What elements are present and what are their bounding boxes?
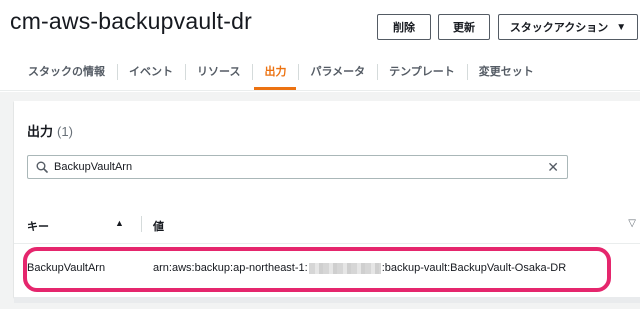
outputs-panel: 出力 (1) BackupVaultArn ✕ キー ▲ 値 ▽ BackupVa… [14, 101, 640, 297]
tab-events[interactable]: イベント [117, 52, 185, 90]
page-title: cm-aws-backupvault-dr [10, 8, 252, 34]
table-header: キー ▲ 値 ▽ [14, 204, 640, 244]
tab-label: 変更セット [478, 66, 534, 78]
tab-outputs[interactable]: 出力 [252, 52, 298, 90]
caret-down-icon: ▼ [616, 21, 627, 33]
output-value-suffix: :backup-vault:BackupVault-Osaka-DR [381, 262, 567, 274]
tab-stack-info[interactable]: スタックの情報 [0, 52, 117, 90]
outputs-count: (1) [57, 124, 73, 139]
stack-actions-label: スタックアクション [509, 22, 609, 34]
outputs-title: 出力 [27, 124, 54, 139]
outputs-heading: 出力 (1) [27, 121, 73, 140]
column-header-value[interactable]: 値 [153, 218, 164, 234]
output-value-prefix: arn:aws:backup:ap-northeast-1: [153, 262, 308, 274]
update-button-label: 更新 [453, 22, 475, 34]
tab-template[interactable]: テンプレート [377, 52, 467, 90]
tab-parameters[interactable]: パラメータ [298, 52, 377, 90]
horizontal-scrollbar[interactable] [14, 297, 640, 303]
column-divider [141, 216, 142, 232]
tab-label: 出力 [264, 66, 287, 78]
redacted-account-id [308, 262, 381, 274]
delete-button[interactable]: 削除 [377, 14, 431, 40]
search-input[interactable]: BackupVaultArn ✕ [27, 155, 568, 179]
divider [0, 90, 640, 91]
sort-caret-icon[interactable]: ▽ [628, 218, 636, 229]
sort-ascending-icon[interactable]: ▲ [115, 218, 124, 228]
tab-label: スタックの情報 [28, 66, 105, 78]
search-icon [36, 161, 48, 173]
tab-label: パラメータ [310, 66, 366, 78]
tab-label: リソース [197, 66, 241, 78]
tab-label: テンプレート [389, 66, 455, 78]
delete-button-label: 削除 [393, 22, 415, 34]
tab-label: イベント [129, 66, 173, 78]
tab-bar: スタックの情報 イベント リソース 出力 パラメータ テンプレート 変更セット [0, 52, 640, 90]
output-key: BackupVaultArn [27, 262, 106, 274]
column-header-key[interactable]: キー [27, 218, 49, 234]
output-value: arn:aws:backup:ap-northeast-1: :backup-va… [153, 262, 566, 274]
clear-icon[interactable]: ✕ [547, 159, 559, 176]
tab-resources[interactable]: リソース [185, 52, 252, 90]
update-button[interactable]: 更新 [438, 14, 490, 40]
search-value: BackupVaultArn [54, 161, 133, 173]
table-row: BackupVaultArn arn:aws:backup:ap-northea… [14, 246, 640, 288]
tab-change-sets[interactable]: 変更セット [466, 52, 546, 90]
stack-header: cm-aws-backupvault-dr 削除 更新 スタックアクション ▼ … [0, 0, 640, 92]
stack-actions-dropdown[interactable]: スタックアクション ▼ [498, 14, 638, 40]
